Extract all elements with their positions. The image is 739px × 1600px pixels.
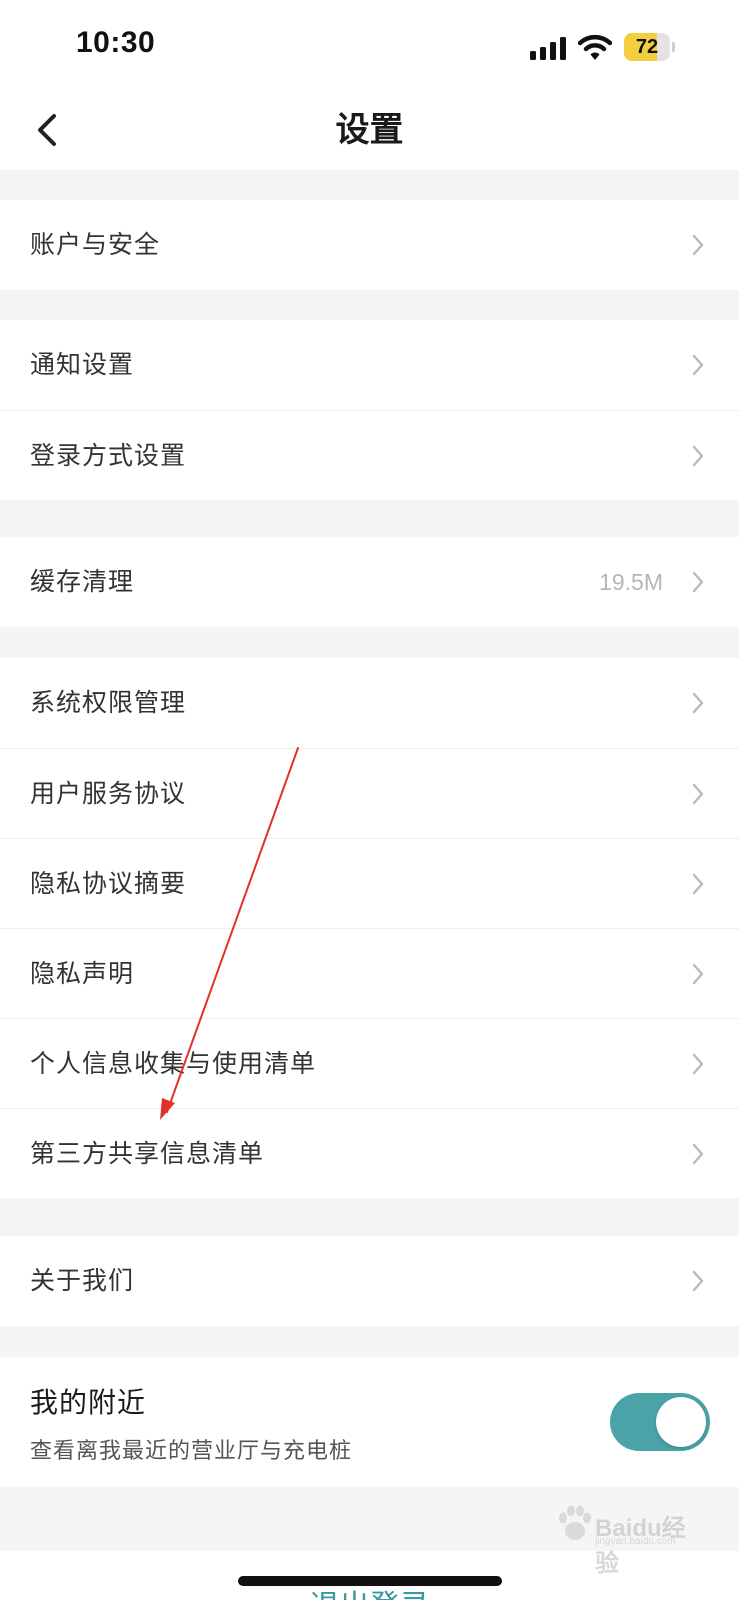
row-personal-info-collection-list[interactable]: 个人信息收集与使用清单	[0, 1018, 739, 1108]
row-third-party-sharing-list[interactable]: 第三方共享信息清单	[0, 1108, 739, 1198]
chevron-left-icon	[38, 114, 56, 146]
home-indicator	[238, 1576, 502, 1586]
row-label: 第三方共享信息清单	[30, 1139, 265, 1168]
chevron-right-icon	[692, 1143, 704, 1165]
baidu-watermark: Baidu经验 jingyan.baidu.com	[555, 1500, 705, 1577]
nearby-toggle[interactable]	[610, 1393, 710, 1451]
nearby-setting: 我的附近 查看离我最近的营业厅与充电桩	[0, 1357, 739, 1487]
battery-level: 72	[635, 36, 659, 58]
status-time: 10:30	[76, 26, 156, 59]
row-label: 关于我们	[30, 1266, 135, 1295]
chevron-right-icon	[692, 873, 704, 895]
settings-group-privacy: 系统权限管理 用户服务协议 隐私协议摘要 隐私声明 个人信息收集与使用清单 第三…	[0, 658, 739, 1198]
chevron-right-icon	[692, 692, 704, 714]
row-label: 账户与安全	[30, 230, 161, 259]
row-cache-cleanup[interactable]: 缓存清理 19.5M	[0, 537, 739, 627]
watermark-site: jingyan.baidu.com	[595, 1536, 676, 1547]
chevron-right-icon	[692, 571, 704, 593]
chevron-right-icon	[692, 963, 704, 985]
chevron-right-icon	[692, 354, 704, 376]
row-label: 隐私协议摘要	[30, 869, 187, 898]
row-privacy-agreement-summary[interactable]: 隐私协议摘要	[0, 838, 739, 928]
status-bar: 10:30 72	[0, 0, 739, 90]
row-label: 登录方式设置	[30, 441, 187, 470]
settings-group-notifications: 通知设置 登录方式设置	[0, 320, 739, 500]
wifi-icon	[577, 34, 613, 62]
row-system-permissions[interactable]: 系统权限管理	[0, 658, 739, 748]
cellular-signal-icon	[530, 36, 568, 60]
row-label: 个人信息收集与使用清单	[30, 1049, 317, 1078]
settings-group-account: 账户与安全	[0, 200, 739, 290]
nearby-title: 我的附近	[30, 1386, 147, 1419]
page-title: 设置	[335, 110, 404, 150]
settings-group-cache: 缓存清理 19.5M	[0, 537, 739, 627]
chevron-right-icon	[692, 783, 704, 805]
row-about-us[interactable]: 关于我们	[0, 1236, 739, 1326]
nav-bar: 设置	[0, 90, 739, 170]
row-label: 通知设置	[30, 350, 135, 379]
row-label: 用户服务协议	[30, 779, 187, 808]
row-user-service-agreement[interactable]: 用户服务协议	[0, 748, 739, 838]
battery-icon: 72	[624, 33, 670, 61]
row-label: 系统权限管理	[30, 688, 187, 717]
cache-size-value: 19.5M	[599, 569, 663, 595]
chevron-right-icon	[692, 1053, 704, 1075]
row-account-security[interactable]: 账户与安全	[0, 200, 739, 290]
row-login-method-settings[interactable]: 登录方式设置	[0, 410, 739, 500]
settings-group-about: 关于我们	[0, 1236, 739, 1326]
row-label: 隐私声明	[30, 959, 135, 988]
row-label: 缓存清理	[30, 567, 135, 596]
chevron-right-icon	[692, 1270, 704, 1292]
battery-cap	[672, 42, 675, 52]
row-privacy-statement[interactable]: 隐私声明	[0, 928, 739, 1018]
paw-icon	[559, 1505, 591, 1540]
nearby-subtitle: 查看离我最近的营业厅与充电桩	[30, 1439, 353, 1464]
toggle-knob	[656, 1397, 706, 1447]
chevron-right-icon	[692, 445, 704, 467]
row-notification-settings[interactable]: 通知设置	[0, 320, 739, 410]
back-button[interactable]	[26, 106, 74, 154]
chevron-right-icon	[692, 234, 704, 256]
